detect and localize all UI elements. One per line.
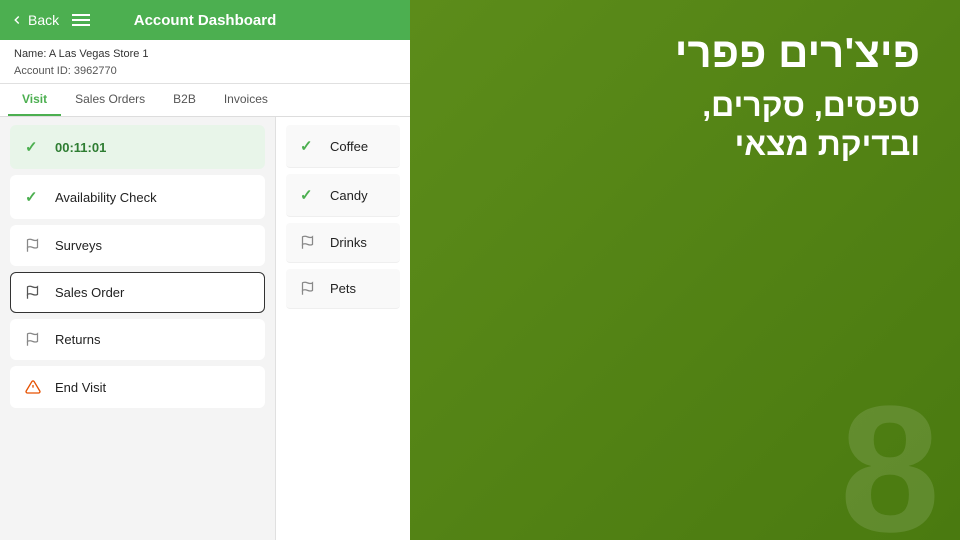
hebrew-subtitle: טפסים, סקרים, ובדיקת מצאי — [450, 86, 920, 163]
left-list: ✓ 00:11:01 ✓ Availability Check Surveys — [0, 117, 275, 540]
warning-icon — [25, 379, 43, 395]
flag-icon — [300, 235, 318, 250]
tab-invoices[interactable]: Invoices — [210, 84, 282, 116]
id-label: Account ID: — [14, 65, 71, 77]
content-area: ✓ 00:11:01 ✓ Availability Check Surveys — [0, 117, 410, 540]
check-icon: ✓ — [25, 188, 43, 206]
coffee-label: Coffee — [330, 139, 368, 154]
sales-order-item[interactable]: Sales Order — [10, 272, 265, 313]
timer-label: 00:11:01 — [55, 140, 106, 155]
menu-button[interactable] — [68, 10, 94, 30]
coffee-item[interactable]: ✓ Coffee — [286, 125, 400, 168]
availability-check-label: Availability Check — [55, 190, 157, 205]
tabs-bar: Visit Sales Orders B2B Invoices — [0, 84, 410, 117]
check-icon: ✓ — [25, 138, 43, 156]
surveys-label: Surveys — [55, 238, 102, 253]
check-icon: ✓ — [300, 186, 318, 204]
end-visit-label: End Visit — [55, 380, 106, 395]
pets-label: Pets — [330, 281, 356, 296]
flag-icon — [25, 332, 43, 347]
tab-b2b[interactable]: B2B — [159, 84, 210, 116]
back-button[interactable]: Back — [10, 12, 59, 28]
top-bar: Back Account Dashboard — [0, 0, 410, 40]
returns-label: Returns — [55, 332, 101, 347]
surveys-item[interactable]: Surveys — [10, 225, 265, 266]
check-icon: ✓ — [300, 137, 318, 155]
left-panel: Back Account Dashboard Name: A Las Vegas… — [0, 0, 410, 540]
account-info: Name: A Las Vegas Store 1 Account ID: 39… — [0, 40, 410, 84]
candy-item[interactable]: ✓ Candy — [286, 174, 400, 217]
account-id: 3962770 — [74, 65, 117, 77]
flag-icon — [25, 238, 43, 253]
big-number: 8 — [840, 380, 940, 540]
availability-check-item[interactable]: ✓ Availability Check — [10, 175, 265, 219]
drinks-item[interactable]: Drinks — [286, 223, 400, 263]
flag-icon — [300, 281, 318, 296]
sales-order-label: Sales Order — [55, 285, 124, 300]
back-label: Back — [28, 12, 59, 28]
end-visit-item[interactable]: End Visit — [10, 366, 265, 408]
name-label: Name: — [14, 48, 46, 60]
timer-item[interactable]: ✓ 00:11:01 — [10, 125, 265, 169]
tab-visit[interactable]: Visit — [8, 84, 61, 116]
hebrew-title: פיצ'רים פפרי — [450, 30, 920, 76]
candy-label: Candy — [330, 188, 368, 203]
account-name: A Las Vegas Store 1 — [49, 48, 149, 60]
tab-sales-orders[interactable]: Sales Orders — [61, 84, 159, 116]
category-list: ✓ Coffee ✓ Candy Drinks — [275, 117, 410, 540]
right-panel: פיצ'רים פפרי טפסים, סקרים, ובדיקת מצאי 8 — [410, 0, 960, 540]
drinks-label: Drinks — [330, 235, 367, 250]
flag-icon — [25, 285, 43, 300]
pets-item[interactable]: Pets — [286, 269, 400, 309]
topbar-title: Account Dashboard — [134, 12, 277, 29]
returns-item[interactable]: Returns — [10, 319, 265, 360]
